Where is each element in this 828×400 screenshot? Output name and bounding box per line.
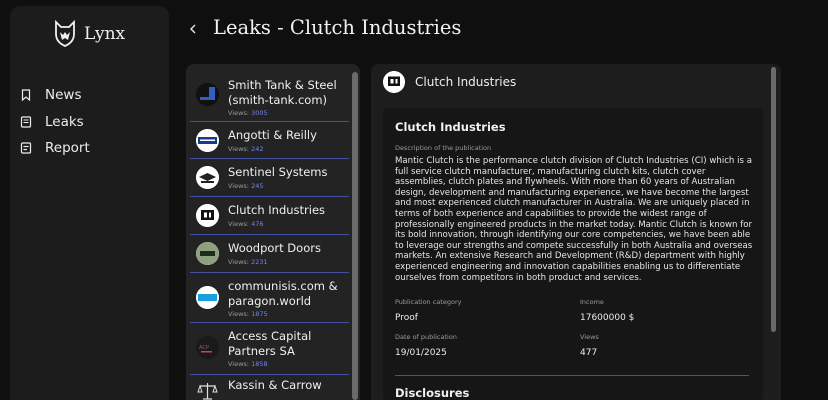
nav-label: News xyxy=(45,87,82,104)
sentinel-logo-icon xyxy=(196,166,219,189)
views-count: Views: 3005 xyxy=(228,109,268,117)
nav-item-leaks[interactable]: Leaks xyxy=(20,109,90,136)
detail-panel: Clutch Industries Clutch Industries Desc… xyxy=(371,64,781,400)
company-name: Woodport Doors xyxy=(228,241,321,255)
views-count: Views: 242 xyxy=(228,144,264,153)
company-list-panel: Smith Tank & Steel (smith-tank.com) View… xyxy=(186,64,360,400)
nav-label: Report xyxy=(45,140,90,157)
company-logo xyxy=(196,204,219,227)
divider xyxy=(395,375,749,376)
detail-scrollbar[interactable] xyxy=(771,67,776,332)
bookmark-icon xyxy=(21,89,31,102)
sidebar: Lynx News Leaks Report xyxy=(10,6,169,400)
smith-tank-logo-icon xyxy=(196,83,219,106)
category-label: Publication category xyxy=(395,298,462,306)
views-value: 477 xyxy=(580,348,598,358)
company-logo xyxy=(383,71,405,93)
list-item-woodport-doors[interactable]: Woodport Doors Views: 2231 xyxy=(190,235,349,273)
access-capital-logo-icon: ACP xyxy=(196,336,219,359)
list-item-kassin-carrow[interactable]: Kassin & Carrow xyxy=(190,375,349,400)
page-title: Leaks - Clutch Industries xyxy=(213,16,462,39)
company-name: Angotti & Reilly xyxy=(228,128,317,142)
company-name: communisis.com & paragon.world xyxy=(228,279,338,308)
company-name: Access Capital Partners SA xyxy=(228,329,312,358)
sidebar-nav: News Leaks Report xyxy=(20,82,90,162)
views-label: Views xyxy=(580,333,599,341)
list-item-sentinel-systems[interactable]: Sentinel Systems Views: 245 xyxy=(190,159,349,197)
file-icon xyxy=(20,116,32,128)
detail-header: Clutch Industries xyxy=(383,71,516,93)
company-logo: ACP xyxy=(196,336,219,359)
nav-item-news[interactable]: News xyxy=(20,82,90,109)
views-field: Views 477 xyxy=(580,333,599,358)
views-count: Views: 1858 xyxy=(228,360,268,368)
description-label: Description of the publication xyxy=(395,144,492,152)
publication-title: Clutch Industries xyxy=(395,120,506,134)
nav-item-report[interactable]: Report xyxy=(20,135,90,162)
publication-card: Clutch Industries Description of the pub… xyxy=(383,108,763,400)
list-item-angotti-reilly[interactable]: Angotti & Reilly Views: 242 xyxy=(190,122,349,159)
company-logo xyxy=(196,129,219,152)
date-value: 19/01/2025 xyxy=(395,348,447,358)
income-value: 17600000 $ xyxy=(580,313,635,323)
communisis-logo-icon xyxy=(196,286,219,309)
company-logo xyxy=(196,286,219,309)
list-item-access-capital[interactable]: ACP Access Capital Partners SA Views: 18… xyxy=(190,323,349,375)
app-name: Lynx xyxy=(84,24,126,44)
views-count: Views: 1875 xyxy=(228,310,268,318)
nav-label: Leaks xyxy=(45,113,84,130)
clutch-logo-icon xyxy=(196,204,219,227)
lynx-logo-icon xyxy=(55,20,75,47)
app-logo[interactable]: Lynx xyxy=(53,20,125,48)
list-item-clutch-industries[interactable]: Clutch Industries Views: 476 xyxy=(190,197,349,235)
views-count: Views: 476 xyxy=(228,219,264,228)
report-icon xyxy=(20,142,32,154)
category-value: Proof xyxy=(395,313,418,323)
list-scrollbar[interactable] xyxy=(352,72,358,400)
disclosures-title: Disclosures xyxy=(395,386,470,400)
company-logo xyxy=(196,83,219,106)
company-name: Clutch Industries xyxy=(228,203,326,217)
scales-icon xyxy=(197,383,218,400)
company-logo xyxy=(196,242,219,265)
woodport-logo-icon xyxy=(196,242,219,265)
views-count: Views: 2231 xyxy=(228,257,268,266)
publication-description: Mantic Clutch is the performance clutch … xyxy=(395,156,753,283)
company-name: Kassin & Carrow xyxy=(228,378,322,392)
views-count: Views: 245 xyxy=(228,181,264,190)
company-logo xyxy=(196,166,219,189)
clutch-logo-icon xyxy=(383,71,405,93)
list-item-communisis[interactable]: communisis.com & paragon.world Views: 18… xyxy=(190,273,349,323)
company-name: Smith Tank & Steel (smith-tank.com) xyxy=(228,78,337,107)
company-list: Smith Tank & Steel (smith-tank.com) View… xyxy=(190,72,349,400)
detail-company-name: Clutch Industries xyxy=(415,75,517,89)
angotti-logo-icon xyxy=(196,129,219,152)
income-field: Income 17600000 $ xyxy=(580,298,634,323)
income-label: Income xyxy=(580,298,604,306)
back-chevron-icon[interactable] xyxy=(186,20,200,38)
list-item-smith-tank[interactable]: Smith Tank & Steel (smith-tank.com) View… xyxy=(190,72,349,122)
category-field: Publication category Proof xyxy=(395,298,461,323)
date-field: Date of publication 19/01/2025 xyxy=(395,333,457,358)
date-label: Date of publication xyxy=(395,333,457,341)
company-logo xyxy=(196,380,219,400)
company-name: Sentinel Systems xyxy=(228,165,328,179)
svg-text:ACP: ACP xyxy=(199,345,209,351)
